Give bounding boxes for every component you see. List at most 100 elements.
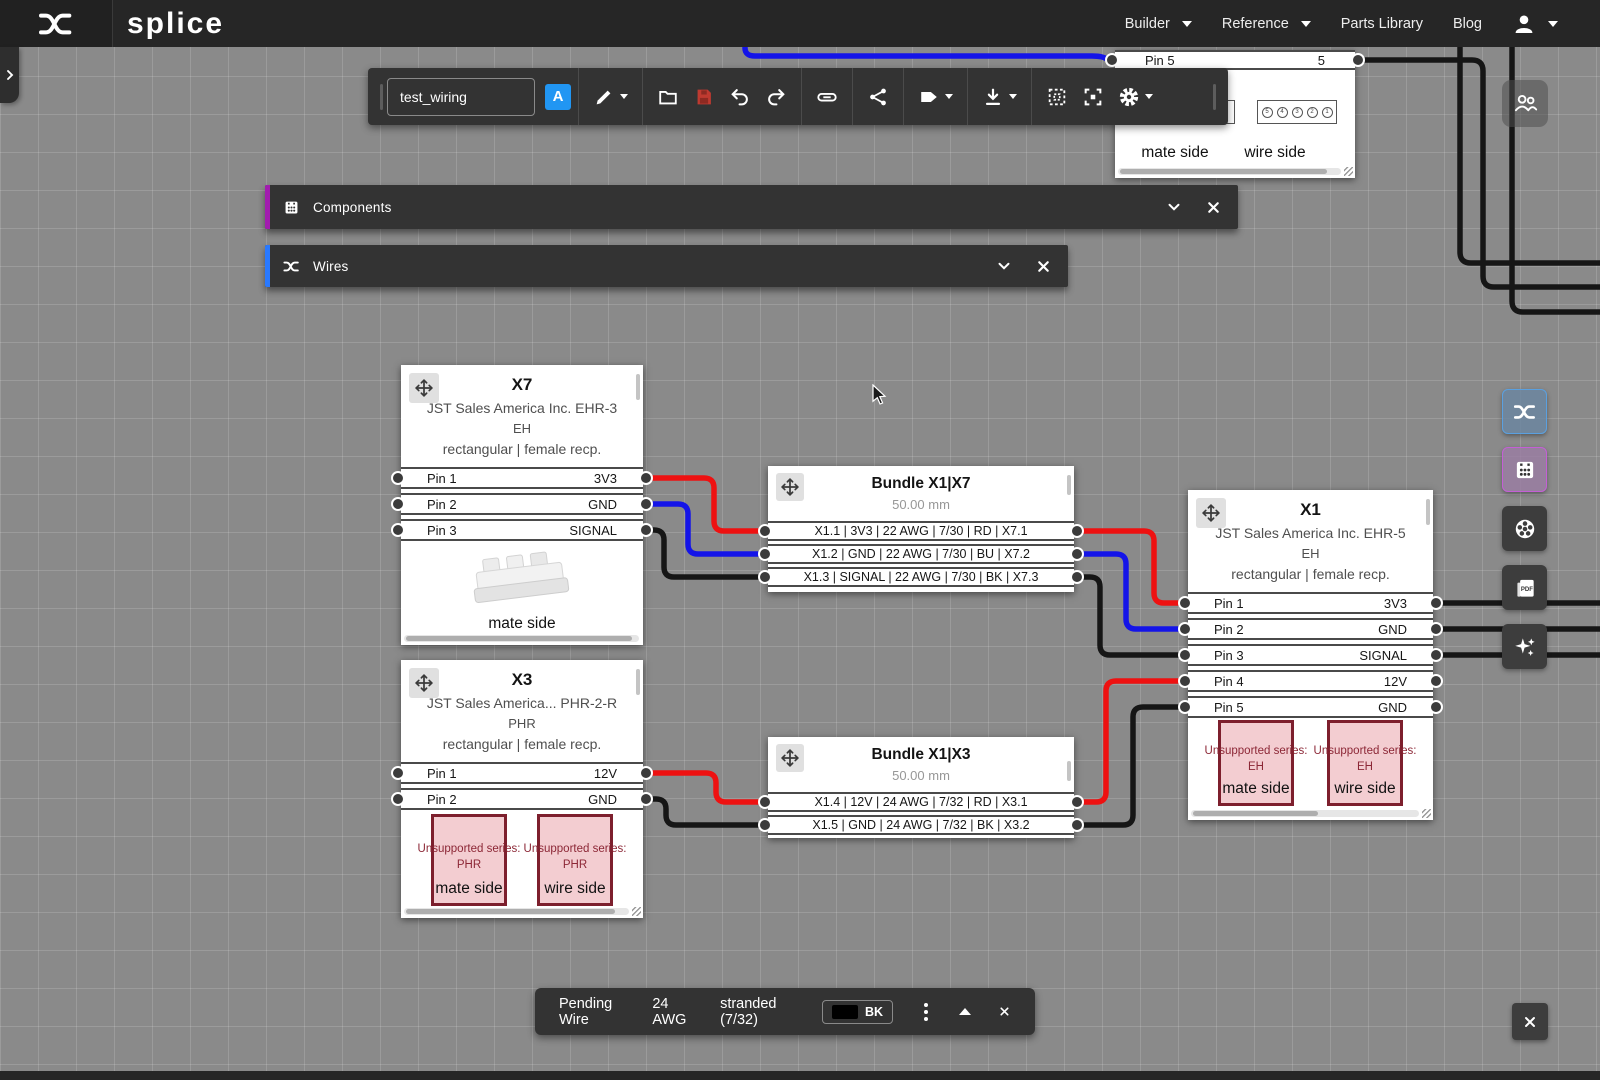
label-tool-button[interactable] — [911, 80, 960, 114]
wire-connector-dot[interactable] — [758, 818, 772, 832]
pin-connector-dot[interactable] — [1351, 53, 1365, 67]
pin-connector-dot[interactable] — [1429, 622, 1443, 636]
pin-row[interactable]: Pin 2 GND — [1188, 618, 1433, 640]
pin-row[interactable]: Pin 1 3V3 — [401, 467, 643, 489]
move-handle[interactable] — [776, 473, 804, 501]
pin-connector-dot[interactable] — [1429, 674, 1443, 688]
close-icon[interactable] — [1035, 258, 1052, 275]
bundle-wire-row[interactable]: X1.5 | GND | 24 AWG | 7/32 | BK | X3.2 — [768, 815, 1074, 835]
select-all-button[interactable] — [1039, 80, 1075, 114]
pin-connector-dot[interactable] — [1429, 648, 1443, 662]
pin-row[interactable]: Pin 1 12V — [401, 762, 643, 784]
pin-row[interactable]: Pin 5 5 — [1115, 50, 1355, 70]
close-icon[interactable] — [998, 1003, 1011, 1020]
pin-connector-dot[interactable] — [1429, 596, 1443, 610]
wire-connector-dot[interactable] — [1070, 547, 1084, 561]
pin-connector-dot[interactable] — [1105, 53, 1119, 67]
wire-connector-dot[interactable] — [758, 524, 772, 538]
pin-connector-dot[interactable] — [1178, 700, 1192, 714]
horizontal-scrollbar[interactable] — [1191, 810, 1419, 817]
move-handle[interactable] — [409, 373, 439, 403]
undo-button[interactable] — [722, 80, 758, 114]
wire-connector-dot[interactable] — [1070, 524, 1084, 538]
bundle-wire-row[interactable]: X1.4 | 12V | 24 AWG | 7/32 | RD | X3.1 — [768, 792, 1074, 812]
pin-row[interactable]: Pin 4 12V — [1188, 670, 1433, 692]
nav-builder[interactable]: Builder — [1125, 16, 1192, 32]
pin-row[interactable]: Pin 3 SIGNAL — [401, 519, 643, 541]
toolbar-drag-handle[interactable] — [380, 84, 383, 110]
canvas[interactable]: Pin 5 5 5 4 3 2 1 mate side wire side X7… — [0, 0, 1600, 1080]
redo-button[interactable] — [758, 80, 794, 114]
wire-connector-dot[interactable] — [758, 795, 772, 809]
pin-connector-dot[interactable] — [391, 792, 405, 806]
pin-connector-dot[interactable] — [1178, 674, 1192, 688]
pin-connector-dot[interactable] — [1429, 700, 1443, 714]
pin-connector-dot[interactable] — [391, 523, 405, 537]
resize-handle[interactable] — [1422, 809, 1431, 818]
pin-connector-dot[interactable] — [1178, 596, 1192, 610]
autosave-badge[interactable]: A — [545, 84, 571, 110]
pin-connector-dot[interactable] — [639, 766, 653, 780]
draw-tool-button[interactable] — [586, 80, 635, 114]
collapse-button[interactable] — [959, 1008, 971, 1015]
vertical-scrollbar[interactable] — [1067, 761, 1071, 781]
horizontal-scrollbar[interactable] — [1118, 168, 1341, 175]
brand-wordmark[interactable]: splice — [127, 7, 224, 41]
move-handle[interactable] — [776, 744, 804, 772]
wire-bundle-x1p5[interactable] — [1076, 707, 1188, 825]
nav-reference[interactable]: Reference — [1222, 16, 1311, 32]
toolbar-drag-handle[interactable] — [1213, 84, 1216, 110]
wire-x3p1-bundle[interactable] — [646, 773, 766, 802]
wire-bundle-x1p3[interactable] — [1076, 577, 1188, 655]
move-handle[interactable] — [1196, 498, 1226, 528]
settings-button[interactable] — [1111, 80, 1160, 114]
wire-gauge[interactable]: 24 AWG — [652, 996, 693, 1028]
bundle-wire-row[interactable]: X1.3 | SIGNAL | 22 AWG | 7/30 | BK | X7.… — [768, 567, 1074, 587]
move-handle[interactable] — [409, 668, 439, 698]
vertical-scrollbar[interactable] — [1067, 475, 1071, 495]
wire-connector-dot[interactable] — [1070, 570, 1084, 584]
components-panel-header[interactable]: Components — [265, 185, 1238, 229]
horizontal-scrollbar[interactable] — [404, 908, 629, 915]
wire-bundle-x1p2[interactable] — [1076, 554, 1188, 629]
chevron-down-icon[interactable] — [995, 257, 1013, 275]
nav-parts-library[interactable]: Parts Library — [1341, 16, 1423, 32]
collaborators-button[interactable] — [1502, 80, 1548, 127]
vertical-scrollbar[interactable] — [1426, 499, 1430, 525]
pin-connector-dot[interactable] — [391, 766, 405, 780]
tool-ai-assist-button[interactable] — [1502, 624, 1547, 669]
pin-connector-dot[interactable] — [639, 471, 653, 485]
pin-connector-dot[interactable] — [391, 471, 405, 485]
close-icon[interactable] — [1205, 199, 1222, 216]
wire-color-picker[interactable]: BK — [822, 1000, 893, 1024]
fit-view-button[interactable] — [1075, 80, 1111, 114]
wires-panel-header[interactable]: Wires — [265, 245, 1068, 287]
app-logo[interactable] — [0, 0, 113, 47]
wire-connector-dot[interactable] — [1070, 795, 1084, 809]
pin-connector-dot[interactable] — [639, 792, 653, 806]
resize-handle[interactable] — [632, 907, 641, 916]
horizontal-scrollbar[interactable] — [404, 635, 639, 642]
share-button[interactable] — [860, 80, 896, 114]
resize-handle[interactable] — [1344, 167, 1353, 176]
bundle-wire-row[interactable]: X1.1 | 3V3 | 22 AWG | 7/30 | RD | X7.1 — [768, 521, 1074, 541]
wire-bundle-x1p1[interactable] — [1076, 531, 1188, 603]
nav-blog[interactable]: Blog — [1453, 16, 1482, 32]
pin-connector-dot[interactable] — [1178, 622, 1192, 636]
pin-connector-dot[interactable] — [391, 497, 405, 511]
pin-row[interactable]: Pin 2 GND — [401, 788, 643, 810]
tool-bundle-button[interactable] — [1502, 506, 1547, 551]
wire-stranding[interactable]: stranded (7/32) — [720, 996, 795, 1028]
pin-row[interactable]: Pin 1 3V3 — [1188, 592, 1433, 614]
vertical-scrollbar[interactable] — [636, 374, 640, 400]
more-options-button[interactable] — [920, 999, 932, 1025]
tool-components-button[interactable] — [1502, 447, 1547, 492]
save-button[interactable] — [686, 80, 722, 114]
pin-connector-dot[interactable] — [1178, 648, 1192, 662]
tool-export-pdf-button[interactable]: PDF — [1502, 565, 1547, 610]
project-name-input[interactable] — [387, 78, 535, 116]
bundle-wire-row[interactable]: X1.2 | GND | 22 AWG | 7/30 | BU | X7.2 — [768, 544, 1074, 564]
wire-connector-dot[interactable] — [758, 547, 772, 561]
account-menu[interactable] — [1512, 12, 1558, 36]
pin-connector-dot[interactable] — [639, 497, 653, 511]
